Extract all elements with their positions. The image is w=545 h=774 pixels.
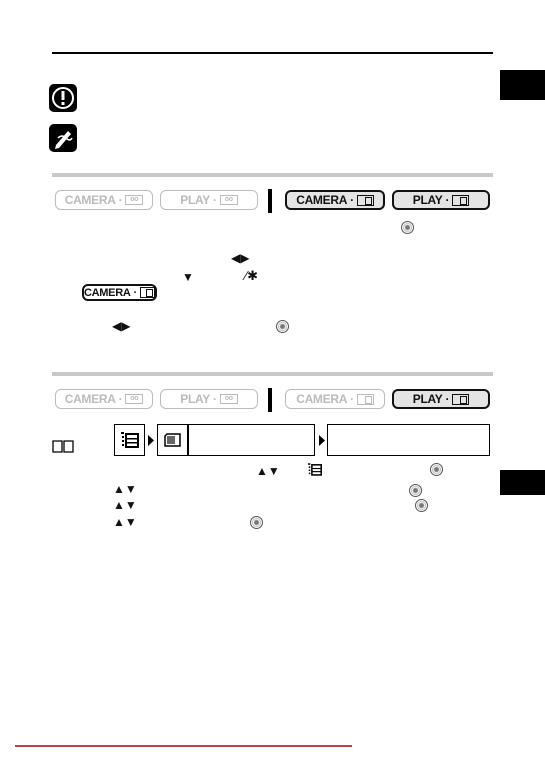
card-icon [356, 194, 374, 206]
mode-camera-card: CAMERA · [285, 190, 385, 210]
up-down-arrows-icon: ▲▼ [113, 498, 137, 512]
left-right-arrows-icon: ◀▶ [231, 251, 250, 265]
card-icon [356, 393, 374, 405]
card-icon [452, 393, 470, 405]
side-tab-bottom [500, 470, 545, 495]
tape-icon: oo [125, 195, 144, 205]
mode-camera-tape: CAMERA · oo [55, 190, 153, 210]
up-down-arrows-icon: ▲▼ [113, 515, 137, 529]
up-down-arrows-icon: ▲▼ [113, 482, 137, 496]
mode-play-tape: PLAY · oo [160, 190, 258, 210]
caution-icon [49, 84, 77, 112]
path-arrow-icon [319, 435, 325, 446]
mode-divider [268, 388, 272, 412]
menu-icon [308, 463, 322, 476]
header-rule [52, 52, 493, 54]
erase-icon: ⁄✱ [245, 268, 259, 283]
joystick-icon [401, 221, 414, 234]
tape-icon: oo [219, 394, 238, 404]
path-arrow-icon [148, 435, 154, 446]
tape-icon: oo [125, 394, 144, 404]
joystick-icon [276, 320, 289, 333]
down-arrow-icon: ▼ [182, 270, 194, 284]
card-icon [139, 287, 155, 298]
pencil-note-icon [49, 124, 77, 152]
setting-box [327, 424, 490, 456]
joystick-icon [250, 516, 263, 529]
mode-play-card: PLAY · [392, 389, 490, 409]
section-separator [52, 173, 493, 177]
side-tab-top [500, 70, 545, 100]
joystick-icon [415, 499, 428, 512]
tape-icon: oo [219, 195, 238, 205]
book-reference-icon [52, 440, 74, 453]
mode-play-tape: PLAY · oo [160, 389, 258, 409]
up-down-arrows-icon: ▲▼ [256, 464, 280, 478]
mode-divider [268, 189, 272, 213]
mode-camera-card: CAMERA · [285, 389, 385, 409]
left-right-arrows-icon: ◀▶ [112, 319, 131, 333]
card-icon [164, 433, 181, 447]
inline-camera-card-button: CAMERA · [82, 284, 157, 301]
card-menu-box [157, 424, 315, 456]
menu-icon [121, 432, 139, 448]
footer-rule [15, 745, 352, 747]
joystick-icon [430, 463, 443, 476]
mode-play-card: PLAY · [392, 190, 490, 210]
section-separator [52, 372, 493, 376]
joystick-icon [409, 484, 422, 497]
mode-camera-tape: CAMERA · oo [55, 389, 153, 409]
menu-icon-box [114, 424, 145, 456]
card-icon [452, 194, 470, 206]
